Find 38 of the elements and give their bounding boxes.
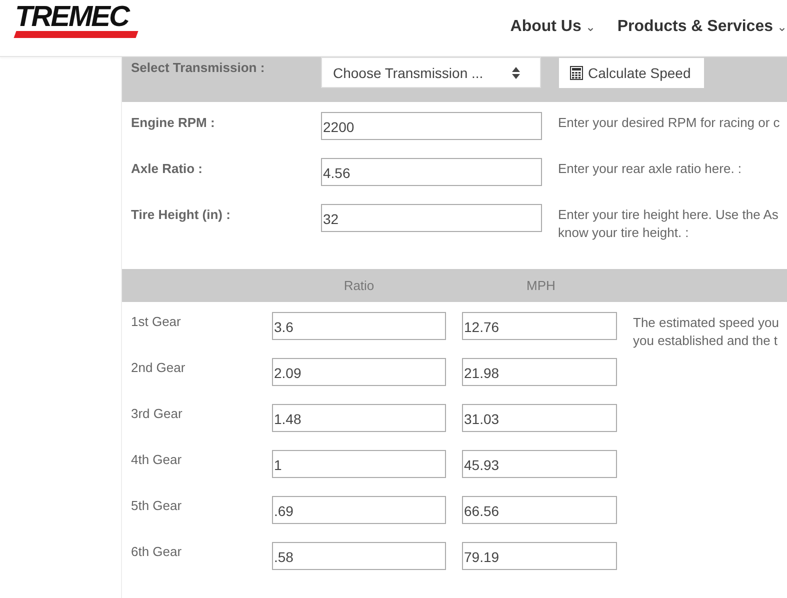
mph-field[interactable]: 12.76 xyxy=(462,312,617,340)
gear-label: 1st Gear xyxy=(131,314,182,329)
speed-note: The estimated speed you you established and the t xyxy=(633,314,779,350)
calculate-speed-button[interactable]: Calculate Speed xyxy=(558,57,705,89)
nav-link[interactable]: Products & Services ⌄ xyxy=(617,18,787,36)
calculator-icon xyxy=(570,66,583,80)
mph-field[interactable]: 21.98 xyxy=(462,358,617,386)
input-field[interactable]: 4.56 xyxy=(321,158,542,186)
gear-label: 3rd Gear xyxy=(131,406,184,421)
ratio-field[interactable]: .58 xyxy=(272,542,446,570)
gear-label: 6th Gear xyxy=(131,544,183,559)
gear-label: 4th Gear xyxy=(131,452,183,467)
ratio-field[interactable]: 1.48 xyxy=(272,404,446,432)
field-hint: Enter your desired RPM for racing or c xyxy=(558,114,780,132)
ratio-field[interactable]: 1 xyxy=(272,450,446,478)
mph-field[interactable]: 66.56 xyxy=(462,496,617,524)
column-header: MPH xyxy=(526,278,556,293)
field-hint: Enter your rear axle ratio here. : xyxy=(558,160,742,178)
transmission-select[interactable]: Choose Transmission ... xyxy=(321,57,541,88)
column-header: Ratio xyxy=(342,278,376,293)
input-field[interactable]: 2200 xyxy=(321,112,542,140)
input-field[interactable]: 32 xyxy=(321,204,542,232)
ratio-field[interactable]: 2.09 xyxy=(272,358,446,386)
field-hint: Enter your tire height here. Use the As know your tire height. : xyxy=(558,206,778,242)
ratio-field[interactable]: .69 xyxy=(272,496,446,524)
gear-label: 2nd Gear xyxy=(131,360,186,375)
nav-link[interactable]: About Us ⌄ xyxy=(510,18,596,36)
gear-label: 5th Gear xyxy=(131,498,183,513)
mph-field[interactable]: 45.93 xyxy=(462,450,617,478)
field-label: Axle Ratio : xyxy=(131,161,204,176)
field-label: Select Transmission : xyxy=(131,60,266,75)
sort-icon xyxy=(512,66,520,78)
mph-field[interactable]: 79.19 xyxy=(462,542,617,570)
field-label: Tire Height (in) : xyxy=(131,207,232,222)
tremec-logo[interactable]: TREMEC xyxy=(15,2,139,38)
mph-field[interactable]: 31.03 xyxy=(462,404,617,432)
ratio-field[interactable]: 3.6 xyxy=(272,312,446,340)
field-label: Engine RPM : xyxy=(131,115,216,130)
